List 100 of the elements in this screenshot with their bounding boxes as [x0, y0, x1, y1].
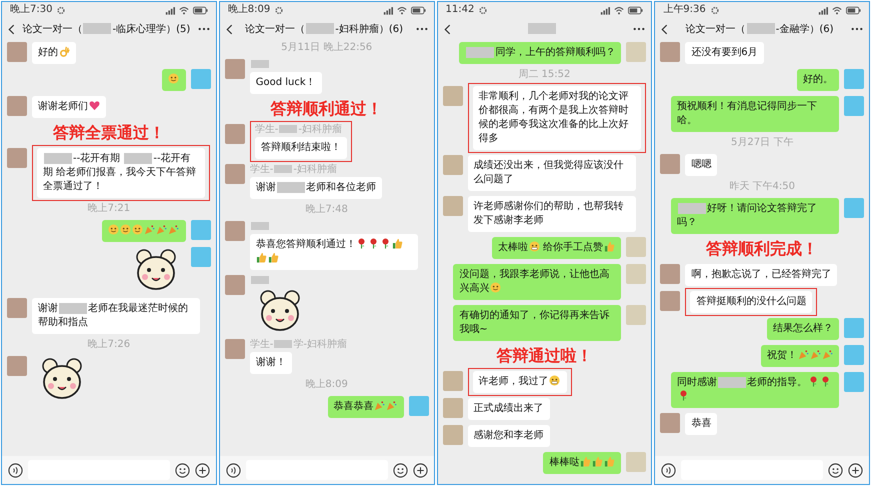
message-bubble[interactable]: 结果怎么样？	[767, 318, 839, 340]
avatar-picture[interactable]	[224, 124, 245, 144]
more-icon[interactable]	[633, 27, 646, 31]
smiley-face-icon	[168, 73, 180, 84]
status-time: 11:42	[446, 4, 474, 16]
more-icon[interactable]	[198, 27, 210, 31]
back-icon[interactable]	[226, 24, 233, 34]
message-bubble[interactable]: 成绩还没出来，但我觉得应该没什么问题了	[468, 155, 636, 191]
message-time: 周二 15:52	[518, 69, 570, 81]
voice-icon[interactable]	[226, 462, 241, 478]
message-bubble[interactable]: 感谢您和李老师	[468, 425, 550, 447]
party-popper-icon	[822, 349, 832, 360]
message-time: 晚上7:21	[88, 203, 130, 215]
party-popper-icon	[374, 400, 385, 411]
avatar-picture[interactable]	[442, 196, 462, 216]
message-bubble[interactable]: 谢谢！	[250, 352, 292, 374]
message-bubble[interactable]: 恭喜恭喜	[328, 396, 404, 418]
avatar-picture[interactable]	[190, 220, 211, 240]
voice-icon[interactable]	[8, 462, 23, 478]
avatar-picture[interactable]	[442, 398, 462, 418]
avatar-picture[interactable]	[442, 425, 462, 445]
status-time: 晚上7:30	[10, 4, 52, 16]
grinning-face-icon	[549, 375, 560, 386]
avatar-picture[interactable]	[224, 164, 245, 184]
avatar-picture[interactable]	[660, 291, 680, 311]
plus-icon[interactable]	[848, 462, 863, 478]
more-icon[interactable]	[416, 27, 428, 31]
message-bubble[interactable]	[102, 220, 186, 242]
battery-icon	[192, 6, 208, 14]
message-bubble[interactable]: 祝贺！	[761, 345, 839, 367]
avatar-picture[interactable]	[626, 264, 646, 284]
message-bubble[interactable]	[162, 69, 186, 91]
message-bubble[interactable]: 同时感谢 老师的指导。	[671, 372, 839, 408]
avatar-picture[interactable]	[408, 396, 428, 416]
plus-icon[interactable]	[412, 462, 428, 478]
settings-icon	[710, 6, 720, 14]
message-bubble[interactable]: 非常顺利，几个老师对我的论文评价都很高，有两个是我上次答辩时候的老师夸我这次准备的比上次好得多	[472, 86, 640, 150]
message-bubble[interactable]: 好呀！请问论文答辩完了吗？	[671, 198, 839, 234]
avatar-picture[interactable]	[442, 155, 462, 175]
avatar-picture[interactable]	[626, 237, 646, 257]
message-bubble[interactable]: 还没有要到6月	[685, 42, 764, 64]
signal-icon	[818, 6, 828, 14]
avatar-picture[interactable]	[224, 339, 245, 359]
emoji-icon[interactable]	[828, 462, 843, 478]
thumbs-up-icon	[268, 252, 280, 263]
message-bubble[interactable]: 谢谢 老师在我最迷茫时候的帮助和指点	[32, 298, 200, 334]
message-bubble[interactable]: 同学，上午的答辩顺利吗？	[459, 42, 622, 64]
voice-icon[interactable]	[661, 462, 676, 478]
signal-icon	[600, 6, 610, 14]
avatar-picture[interactable]	[190, 247, 211, 267]
message-bubble[interactable]: 许老师感谢你们的帮助，也帮我转发下感谢李老师	[468, 196, 636, 232]
avatar-picture[interactable]	[626, 452, 646, 472]
message-bubble[interactable]: 恭喜	[685, 413, 718, 435]
back-icon[interactable]	[661, 24, 668, 34]
emoji-icon[interactable]	[174, 462, 190, 478]
message-bubble[interactable]: 棒棒哒	[543, 452, 622, 474]
back-icon[interactable]	[444, 24, 450, 34]
wifi-icon	[178, 6, 189, 14]
message-bubble[interactable]: 恭喜您答辩顺利通过！	[250, 234, 418, 270]
message-bubble[interactable]: 答辩顺利结束啦！	[254, 137, 347, 159]
avatar-picture[interactable]	[660, 264, 680, 284]
plus-icon[interactable]	[194, 462, 210, 478]
chat-title: 论文一对一（ -妇科肿瘤）(6)	[245, 22, 404, 36]
avatar-picture[interactable]	[224, 221, 245, 241]
avatar-picture[interactable]	[660, 154, 680, 174]
avatar-picture[interactable]	[224, 275, 245, 295]
message-bubble[interactable]: 谢谢老师们	[32, 96, 106, 118]
message-bubble[interactable]: 答辩挺顺利的没什么问题	[690, 291, 812, 313]
message-bubble[interactable]: 有确切的通知了，你记得再来告诉我哦~	[453, 305, 622, 341]
avatar-picture[interactable]	[224, 59, 245, 79]
heart-icon	[88, 100, 100, 111]
smiley-face-icon	[120, 224, 132, 235]
message-bubble[interactable]: 好的。	[797, 69, 839, 91]
wifi-icon	[396, 6, 406, 14]
highlight-caption: 答辩顺利通过！	[270, 99, 383, 119]
message-bubble[interactable]: --花开有期 --花开有期 给老师们报喜，我今天下午答辩全票通过了！	[37, 148, 205, 198]
message-bubble[interactable]: 没问题，我跟李老师说，让他也高兴高兴	[453, 264, 622, 300]
message-bubble[interactable]: 啊，抱歉忘说了，已经答辩完了	[685, 264, 838, 286]
message-bubble[interactable]: 好的	[32, 42, 76, 64]
more-icon[interactable]	[851, 27, 863, 31]
avatar-picture[interactable]	[626, 42, 646, 62]
message-bubble[interactable]: 太棒啦 给你手工点赞	[492, 237, 622, 259]
message-time: 昨天 下午4:50	[729, 181, 795, 193]
message-bubble[interactable]: 许老师，我过了	[472, 371, 566, 393]
avatar-picture[interactable]	[626, 305, 646, 325]
status-time: 晚上8:09	[228, 4, 270, 16]
avatar-picture[interactable]	[442, 371, 462, 391]
sender-name	[250, 275, 270, 287]
message-bubble[interactable]: 预祝顺利！有消息记得同步一下哈。	[671, 96, 839, 132]
message-bubble[interactable]: 嗯嗯	[685, 154, 718, 176]
message-bubble[interactable]: Good luck！	[250, 72, 322, 94]
avatar-picture[interactable]	[190, 69, 211, 89]
avatar-picture[interactable]	[442, 86, 462, 106]
emoji-icon[interactable]	[392, 462, 408, 478]
avatar-picture[interactable]	[660, 413, 680, 433]
message-bubble[interactable]: 谢谢 老师和各位老师	[250, 177, 382, 199]
status-time: 上午9:36	[663, 4, 706, 16]
avatar-picture[interactable]	[660, 42, 680, 62]
message-bubble[interactable]: 正式成绩出来了	[468, 398, 550, 420]
back-icon[interactable]	[8, 24, 15, 34]
